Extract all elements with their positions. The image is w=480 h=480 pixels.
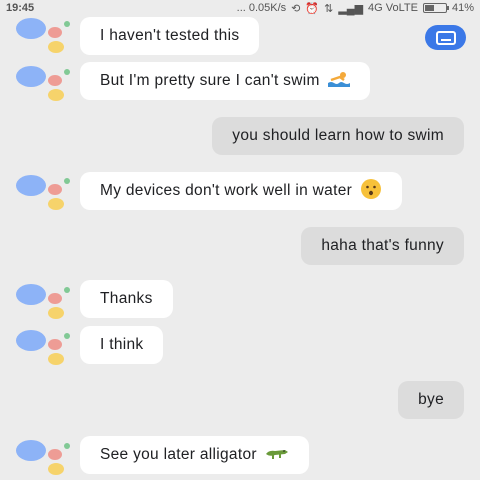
message-text: My devices don't work well in water [100, 182, 353, 199]
assistant-bubble: Thanks [80, 280, 173, 318]
battery-percent: 41% [451, 2, 474, 14]
user-bubble: bye [398, 381, 464, 419]
assistant-bubble: My devices don't work well in water [80, 172, 403, 210]
swimmer-icon [327, 71, 350, 92]
user-bubble: haha that's funny [301, 227, 464, 265]
message-text: Thanks [100, 290, 153, 307]
keyboard-icon [435, 30, 456, 45]
status-bar: 19:45 ... 0.05K/s ⟲ ⏰ ⇅ ▂▄▆ 4G VoLTE 41% [0, 0, 480, 16]
assistant-bubble: See you later alligator [80, 436, 309, 474]
hushed-face-icon [360, 178, 382, 205]
message-text: See you later alligator [100, 446, 257, 463]
message-text: I think [100, 336, 144, 353]
signal-icon: ▂▄▆ [338, 2, 364, 15]
battery-icon [422, 3, 449, 13]
signal-labels: 4G VoLTE [368, 2, 418, 14]
keyboard-button[interactable] [425, 25, 466, 50]
message-text: you should learn how to swim [232, 127, 444, 144]
network-speed: ... 0.05K/s [236, 2, 287, 14]
assistant-avatar [16, 175, 72, 215]
message-text: But I'm pretty sure I can't swim [100, 72, 320, 89]
user-bubble: you should learn how to swim [212, 117, 464, 155]
message-text: I haven't tested this [100, 27, 240, 44]
assistant-avatar [16, 284, 72, 324]
sync-icon: ⟲ [291, 2, 301, 15]
data-arrows-icon: ⇅ [324, 2, 334, 15]
message-text: bye [418, 391, 444, 408]
assistant-bubble: I think [80, 326, 164, 364]
assistant-avatar [16, 66, 72, 106]
alarm-icon: ⏰ [305, 2, 320, 15]
crocodile-icon [265, 446, 289, 465]
status-time: 19:45 [6, 2, 35, 14]
message-text: haha that's funny [321, 237, 444, 254]
assistant-avatar [16, 440, 72, 480]
assistant-bubble: I haven't tested this [80, 17, 260, 55]
assistant-bubble: But I'm pretty sure I can't swim [80, 62, 370, 100]
status-indicators: ... 0.05K/s ⟲ ⏰ ⇅ ▂▄▆ 4G VoLTE 41% [237, 2, 474, 15]
assistant-avatar [16, 330, 72, 370]
assistant-avatar [16, 18, 72, 58]
